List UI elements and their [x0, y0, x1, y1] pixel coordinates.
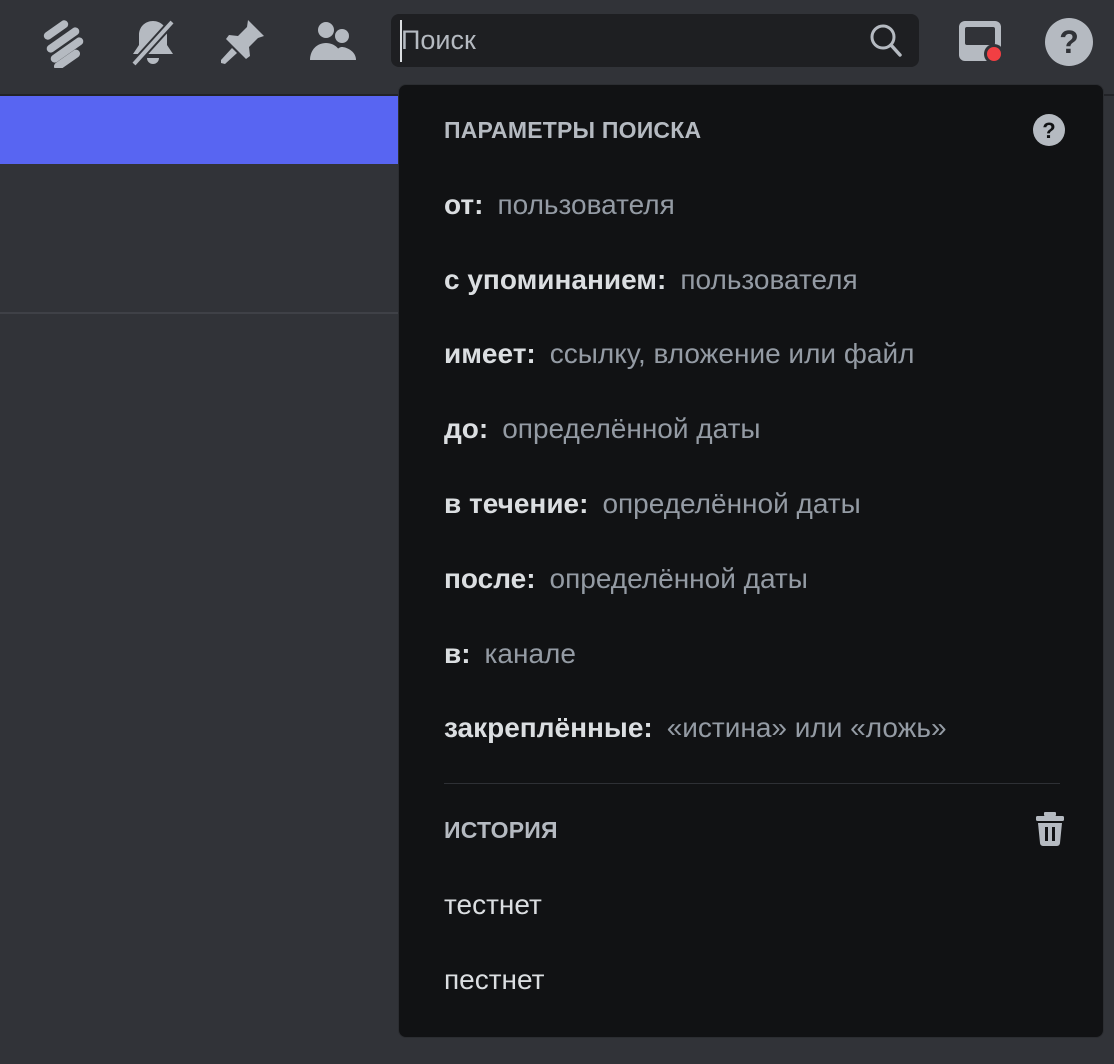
option-key: закреплённые:: [444, 712, 653, 743]
help-icon[interactable]: ?: [1044, 17, 1094, 67]
option-key: в:: [444, 638, 471, 669]
history-item[interactable]: тестнет: [444, 889, 542, 921]
inbox-icon[interactable]: [956, 18, 1006, 66]
search-option-during[interactable]: в течение: определённой даты: [444, 488, 861, 520]
popout-divider: [444, 783, 1060, 784]
option-key: в течение:: [444, 488, 589, 519]
option-key: с упоминанием:: [444, 264, 667, 295]
search-option-after[interactable]: после: определённой даты: [444, 563, 808, 595]
svg-text:?: ?: [1042, 118, 1055, 143]
history-item[interactable]: пестнет: [444, 964, 545, 996]
option-value: определённой даты: [502, 413, 761, 444]
search-bar[interactable]: [391, 14, 919, 67]
search-options-title: ПАРАМЕТРЫ ПОИСКА: [444, 117, 702, 143]
option-value: ссылку, вложение или файл: [549, 338, 915, 369]
option-value: пользователя: [497, 189, 675, 220]
search-option-in[interactable]: в: канале: [444, 638, 576, 670]
option-value: канале: [484, 638, 576, 669]
option-value: «истина» или «ложь»: [666, 712, 947, 743]
pin-icon[interactable]: [218, 16, 270, 66]
option-key: после:: [444, 563, 536, 594]
history-title: ИСТОРИЯ: [444, 817, 558, 843]
selected-banner: [0, 96, 400, 164]
clear-history-trash-icon[interactable]: [1034, 811, 1066, 847]
svg-text:?: ?: [1059, 24, 1079, 60]
inbox-badge: [987, 47, 1001, 61]
option-key: до:: [444, 413, 489, 444]
option-key: от:: [444, 189, 484, 220]
search-option-from[interactable]: от: пользователя: [444, 189, 675, 221]
option-value: пользователя: [680, 264, 858, 295]
option-value: определённой даты: [549, 563, 808, 594]
option-key: имеет:: [444, 338, 536, 369]
search-icon[interactable]: [868, 22, 904, 60]
search-options-help-icon[interactable]: ?: [1032, 113, 1066, 147]
search-option-has[interactable]: имеет: ссылку, вложение или файл: [444, 338, 914, 370]
mute-notifications-icon[interactable]: [128, 16, 178, 68]
threads-icon[interactable]: [38, 18, 92, 68]
search-input[interactable]: [401, 14, 851, 67]
search-option-before[interactable]: до: определённой даты: [444, 413, 761, 445]
search-option-mentions[interactable]: с упоминанием: пользователя: [444, 264, 858, 296]
search-option-pinned[interactable]: закреплённые: «истина» или «ложь»: [444, 712, 947, 744]
search-options-popout: ПАРАМЕТРЫ ПОИСКА ? от: пользователя с упо…: [398, 84, 1104, 1038]
channel-header-toolbar: ?: [0, 0, 1114, 94]
content-divider: [0, 312, 400, 314]
member-list-icon[interactable]: [304, 20, 358, 64]
text-cursor: [400, 20, 402, 62]
option-value: определённой даты: [602, 488, 861, 519]
